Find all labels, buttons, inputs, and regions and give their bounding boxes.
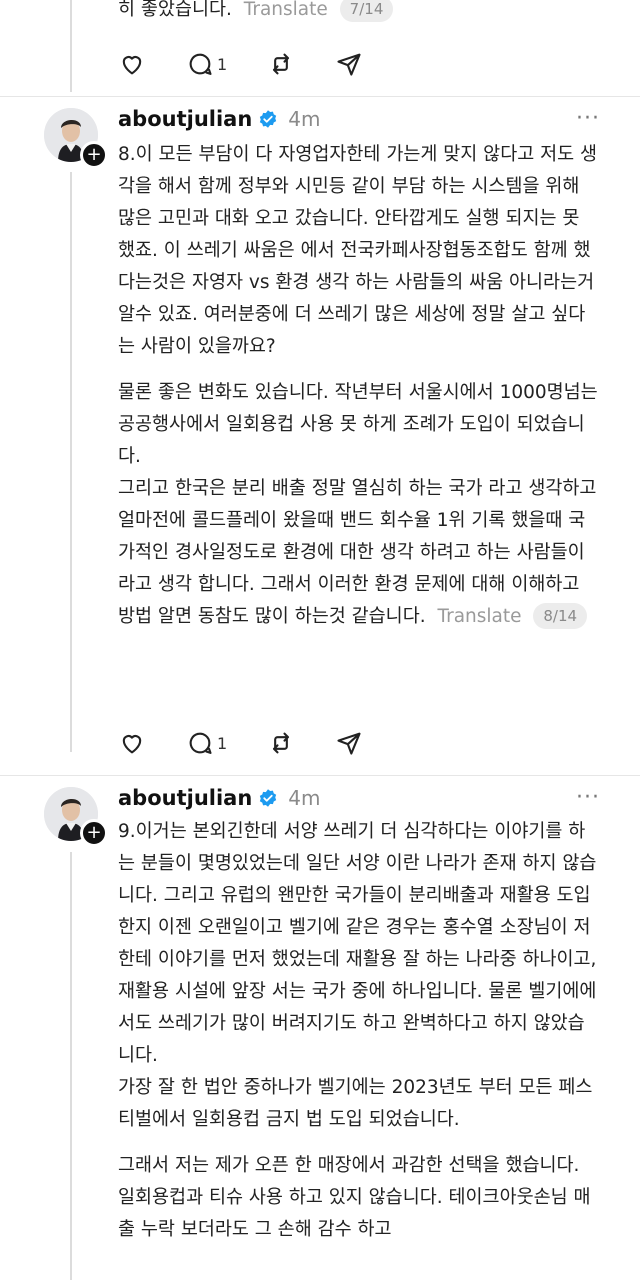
- reply-count: 1: [217, 54, 228, 74]
- like-button[interactable]: [118, 729, 146, 757]
- thread-line: [70, 852, 72, 1280]
- comment-icon: [189, 732, 212, 754]
- page-indicator: 8/14: [533, 603, 588, 629]
- page-indicator: 7/14: [339, 0, 394, 22]
- post-paragraph: 가장 잘 한 법안 중하나가 벨기에는 2023년도 부터 모든 페스티벌에서 …: [118, 1077, 593, 1130]
- comment-icon: [189, 53, 212, 75]
- follow-plus-button[interactable]: +: [80, 141, 108, 169]
- share-button[interactable]: [335, 729, 363, 757]
- verified-badge-icon: [260, 789, 277, 807]
- follow-plus-button[interactable]: +: [80, 819, 108, 847]
- post-text: 8.이 모든 부담이 다 자영업자한테 가는게 맞지 않다고 저도 생각을 해서…: [118, 139, 598, 633]
- send-icon: [337, 732, 361, 755]
- post-text: 9.이거는 본외긴한데 서양 쓰레기 더 심각하다는 이야기를 하는 분들이 몇…: [118, 816, 598, 1246]
- like-button[interactable]: [118, 50, 146, 78]
- post-header: aboutjulian 4m: [118, 102, 321, 136]
- reply-button[interactable]: 1: [186, 50, 227, 78]
- username[interactable]: aboutjulian: [118, 107, 252, 131]
- repost-button[interactable]: [267, 50, 295, 78]
- post-time: 4m: [288, 107, 321, 131]
- translate-link[interactable]: Translate: [244, 0, 328, 20]
- post-header: aboutjulian 4m: [118, 781, 321, 815]
- post-actions: 1: [118, 48, 403, 80]
- heart-icon: [122, 56, 142, 75]
- thread-line: [70, 0, 72, 92]
- translate-link[interactable]: Translate: [438, 606, 522, 627]
- divider: [0, 96, 640, 97]
- repost-button[interactable]: [267, 729, 295, 757]
- post-paragraph: 8.이 모든 부담이 다 자영업자한테 가는게 맞지 않다고 저도 생각을 해서…: [118, 144, 598, 357]
- post-paragraph: 그리고 한국은 분리 배출 정말 열심히 하는 국가 라고 생각하고 얼마전에 …: [118, 478, 597, 627]
- repost-icon: [273, 732, 290, 754]
- post-time: 4m: [288, 786, 321, 810]
- send-icon: [337, 53, 361, 76]
- reply-button[interactable]: 1: [186, 729, 227, 757]
- username[interactable]: aboutjulian: [118, 786, 252, 810]
- thread-line: [70, 172, 72, 752]
- post-text: 히 좋았습니다. Translate 7/14: [118, 0, 598, 26]
- more-button[interactable]: ···: [576, 106, 600, 131]
- post-text-tail: 히 좋았습니다.: [118, 0, 232, 20]
- post-paragraph: 물론 좋은 변화도 있습니다. 작년부터 서울시에서 1000명넘는 공공행사에…: [118, 382, 598, 467]
- heart-icon: [122, 735, 142, 754]
- post-paragraph: 9.이거는 본외긴한데 서양 쓰레기 더 심각하다는 이야기를 하는 분들이 몇…: [118, 821, 597, 1066]
- repost-icon: [273, 53, 290, 75]
- share-button[interactable]: [335, 50, 363, 78]
- divider: [0, 775, 640, 776]
- post-paragraph: 그래서 저는 제가 오픈 한 매장에서 과감한 선택을 했습니다. 일회용컵과 …: [118, 1155, 591, 1240]
- reply-count: 1: [217, 733, 228, 753]
- more-button[interactable]: ···: [576, 785, 600, 810]
- post-actions: 1: [118, 727, 403, 759]
- verified-badge-icon: [260, 110, 277, 128]
